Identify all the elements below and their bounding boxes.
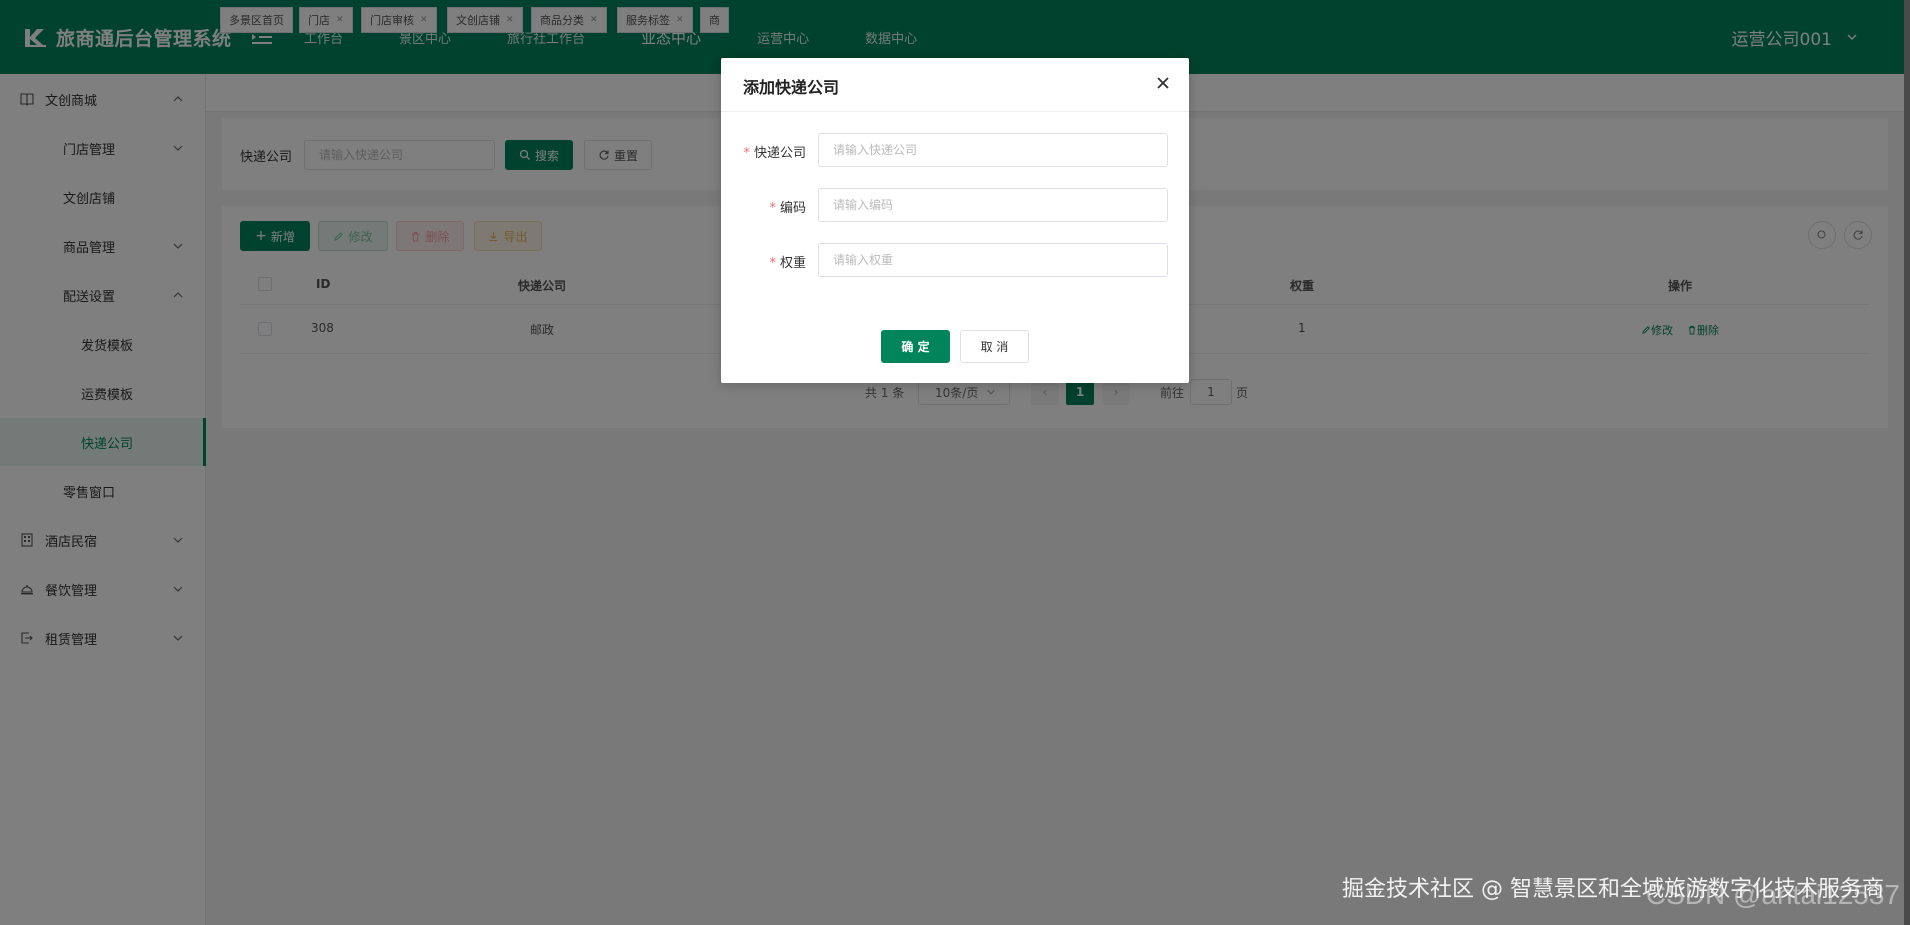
express-company-input[interactable]: 请输入快递公司 (818, 133, 1168, 167)
confirm-button[interactable]: 确 定 (881, 330, 950, 363)
cancel-button[interactable]: 取 消 (960, 330, 1029, 363)
form-label-weight: * 权重 (769, 252, 806, 271)
required-mark: * (743, 146, 750, 161)
code-input[interactable]: 请输入编码 (818, 188, 1168, 222)
add-express-company-dialog: 添加快递公司 * 快递公司 请输入快递公司 * 编码 请输入编码 * 权重 请输入权重… (721, 58, 1189, 383)
divider (721, 111, 1189, 112)
form-label-code: * 编码 (769, 197, 806, 216)
scrollbar[interactable] (1904, 0, 1910, 925)
form-label-company: * 快递公司 (743, 142, 806, 161)
required-mark: * (769, 256, 776, 271)
form-label-text: 快递公司 (753, 146, 806, 161)
weight-input[interactable]: 请输入权重 (818, 243, 1168, 277)
form-label-text: 编码 (779, 201, 806, 216)
form-label-text: 权重 (779, 256, 806, 271)
close-icon[interactable] (1155, 75, 1171, 91)
dialog-title: 添加快递公司 (743, 78, 840, 97)
watermark-juejin: 掘金技术社区 @ 智慧景区和全域旅游数字化技术服务商 (1342, 877, 1884, 902)
required-mark: * (769, 201, 776, 216)
